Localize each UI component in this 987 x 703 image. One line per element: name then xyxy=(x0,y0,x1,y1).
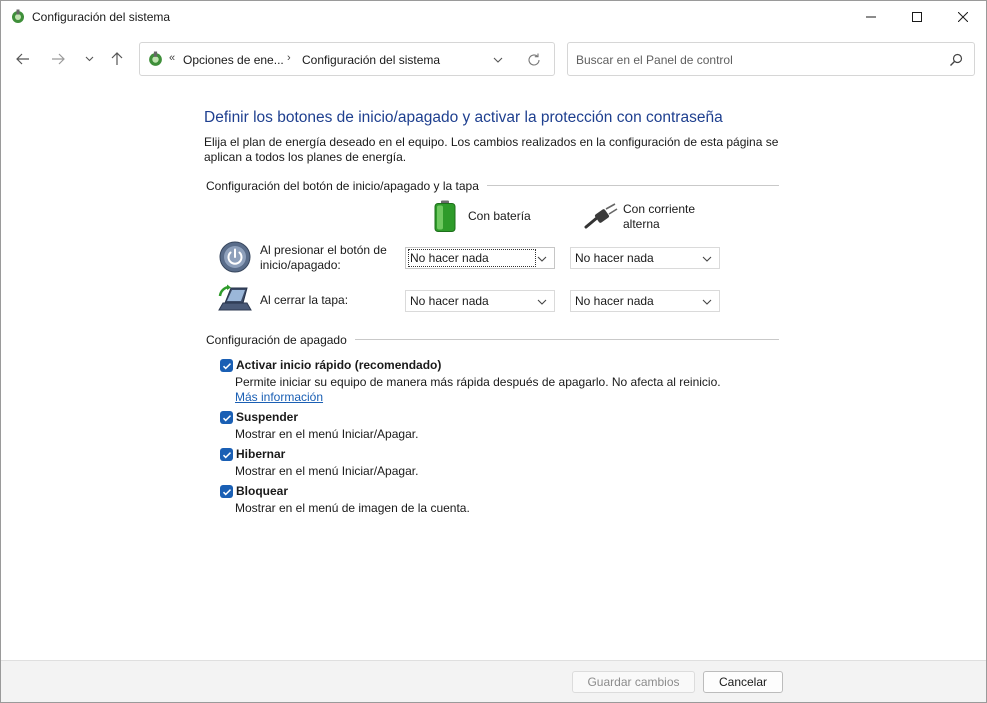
address-bar[interactable]: « Opciones de ene... › Configuración del… xyxy=(139,42,555,76)
column-ac-label: Con corriente alterna xyxy=(623,202,696,231)
breadcrumb-separator[interactable]: › xyxy=(287,52,291,64)
fast-startup-checkbox[interactable] xyxy=(220,359,233,372)
breadcrumb-power-options[interactable]: Opciones de ene... xyxy=(183,53,284,67)
page-title: Definir los botones de inicio/apagado y … xyxy=(204,109,723,126)
hibernate-checkbox[interactable] xyxy=(220,448,233,461)
lock-label[interactable]: Bloquear xyxy=(236,484,288,498)
navigation-bar: « Opciones de ene... › Configuración del… xyxy=(1,37,986,81)
lid-row-label: Al cerrar la tapa: xyxy=(260,293,349,307)
cancel-button[interactable]: Cancelar xyxy=(703,671,783,693)
sleep-description: Mostrar en el menú Iniciar/Apagar. xyxy=(235,427,419,441)
lock-checkbox[interactable] xyxy=(220,485,233,498)
arrow-right-icon xyxy=(52,53,65,65)
up-button[interactable] xyxy=(105,47,129,71)
laptop-lid-icon xyxy=(217,284,253,314)
section-heading-buttons: Configuración del botón de inicio/apagad… xyxy=(206,179,487,193)
lid-ac-select[interactable]: No hacer nada xyxy=(570,290,720,312)
forward-button[interactable] xyxy=(46,47,70,71)
address-dropdown-button[interactable] xyxy=(490,52,506,68)
window: Configuración del sistema « Opciones de … xyxy=(0,0,987,703)
more-info-link[interactable]: Más información xyxy=(235,390,323,404)
search-box[interactable] xyxy=(567,42,975,76)
select-value: No hacer nada xyxy=(410,294,489,308)
power-options-icon xyxy=(147,51,164,68)
checkmark-icon xyxy=(222,414,231,421)
maximize-button[interactable] xyxy=(894,1,940,32)
power-button-ac-select[interactable]: No hacer nada xyxy=(570,247,720,269)
chevron-down-icon xyxy=(85,56,93,62)
select-value: No hacer nada xyxy=(575,294,654,308)
maximize-icon xyxy=(912,11,922,22)
search-icon[interactable] xyxy=(948,52,964,68)
chevron-down-icon xyxy=(702,299,712,305)
breadcrumb-system-settings[interactable]: Configuración del sistema xyxy=(302,53,440,67)
recent-locations-button[interactable] xyxy=(77,47,101,71)
fast-startup-label[interactable]: Activar inicio rápido (recomendado) xyxy=(236,358,441,372)
chevron-down-icon xyxy=(537,299,547,305)
checkmark-icon xyxy=(222,488,231,495)
checkmark-icon xyxy=(222,362,231,369)
fast-startup-description: Permite iniciar su equipo de manera más … xyxy=(235,375,745,405)
section-heading-shutdown: Configuración de apagado xyxy=(206,333,355,347)
arrow-up-icon xyxy=(111,52,123,65)
content-area: Definir los botones de inicio/apagado y … xyxy=(1,86,986,660)
minimize-button[interactable] xyxy=(848,1,894,32)
window-title: Configuración del sistema xyxy=(32,10,171,24)
power-button-battery-select[interactable]: No hacer nada xyxy=(405,247,555,269)
back-button[interactable] xyxy=(11,47,35,71)
arrow-left-icon xyxy=(16,53,29,65)
breadcrumb-overflow[interactable]: « xyxy=(169,52,175,64)
power-button-icon xyxy=(219,241,251,273)
column-battery-label: Con batería xyxy=(468,209,531,223)
footer-bar: Guardar cambios Cancelar xyxy=(1,660,986,702)
power-plug-icon xyxy=(584,203,618,231)
refresh-button[interactable] xyxy=(525,51,543,69)
sleep-checkbox[interactable] xyxy=(220,411,233,424)
page-description: Elija el plan de energía deseado en el e… xyxy=(204,135,779,164)
lid-battery-select[interactable]: No hacer nada xyxy=(405,290,555,312)
power-button-row-label: Al presionar el botón de inicio/apagado: xyxy=(260,243,387,272)
close-button[interactable] xyxy=(940,1,986,32)
select-value: No hacer nada xyxy=(408,249,536,267)
sleep-label[interactable]: Suspender xyxy=(236,410,298,424)
select-value: No hacer nada xyxy=(575,251,654,265)
checkmark-icon xyxy=(222,451,231,458)
lock-description: Mostrar en el menú de imagen de la cuent… xyxy=(235,501,470,515)
save-changes-button[interactable]: Guardar cambios xyxy=(572,671,695,693)
title-bar: Configuración del sistema xyxy=(1,1,986,32)
chevron-down-icon xyxy=(493,57,503,63)
minimize-icon xyxy=(866,16,876,17)
hibernate-label[interactable]: Hibernar xyxy=(236,447,285,461)
chevron-down-icon xyxy=(537,256,547,262)
close-icon xyxy=(958,11,968,22)
fast-startup-desc-text: Permite iniciar su equipo de manera más … xyxy=(235,375,721,389)
hibernate-description: Mostrar en el menú Iniciar/Apagar. xyxy=(235,464,419,478)
search-input[interactable] xyxy=(576,51,936,69)
power-options-icon xyxy=(10,9,26,25)
refresh-icon xyxy=(528,53,540,66)
battery-icon xyxy=(433,200,457,232)
chevron-down-icon xyxy=(702,256,712,262)
